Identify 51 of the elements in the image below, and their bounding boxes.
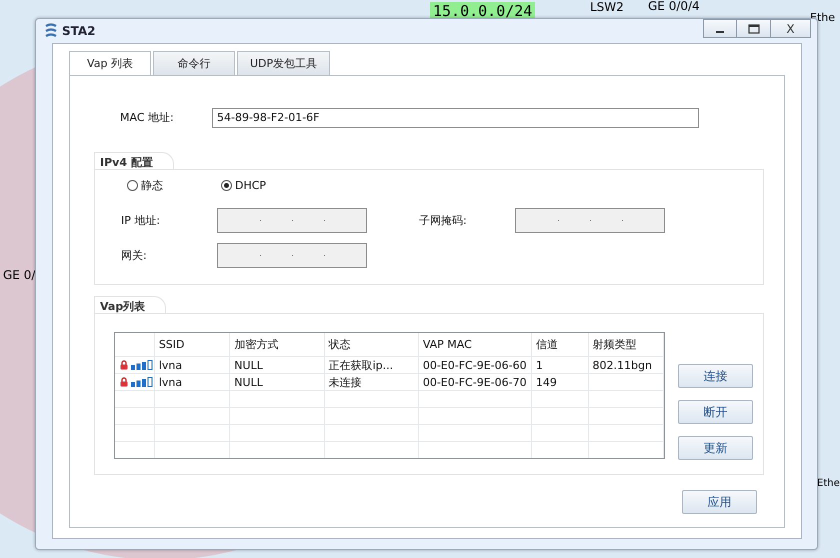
ip-address-field[interactable]	[217, 208, 367, 233]
device-label: GE 0/0/4	[648, 0, 700, 13]
table-cell: 00-E0-FC-9E-06-70	[422, 376, 527, 388]
column-header: 信道	[532, 333, 589, 356]
action-button[interactable]: 更新	[678, 436, 753, 460]
radio-button[interactable]: DHCP	[221, 178, 269, 193]
group-title: IPv4 配置	[94, 152, 174, 169]
column-header: 加密方式	[230, 333, 325, 356]
maximize-icon	[748, 24, 760, 34]
close-button[interactable]: X	[771, 19, 811, 38]
table-row[interactable]: lvna NULL 正在获取ip... 00-E0-FC-9E-06-60 1 802.11bgn	[115, 357, 664, 374]
gateway-field[interactable]	[217, 243, 367, 268]
minimize-button[interactable]	[703, 19, 737, 38]
action-button[interactable]: 断开	[678, 400, 753, 424]
table-cell: 未连接	[328, 374, 362, 390]
table-cell: NULL	[234, 358, 263, 372]
table-cell: lvna	[158, 376, 182, 388]
device-label: Ethe	[817, 478, 840, 489]
window-title: STA2	[62, 24, 96, 38]
mac-input-field[interactable]: 54-89-98-F2-01-6F	[212, 108, 699, 128]
device-label: GE 0/	[3, 268, 36, 282]
network-icon	[44, 23, 58, 39]
field-label: MAC 地址:	[120, 110, 175, 125]
table-cell: NULL	[234, 376, 263, 388]
radio-button[interactable]: 静态	[127, 178, 175, 193]
field-label: IP 地址:	[121, 213, 162, 228]
table-cell: 00-E0-FC-9E-06-60	[422, 358, 527, 372]
column-header: SSID	[154, 333, 230, 356]
column-header: 状态	[324, 333, 419, 356]
tab[interactable]: Vap 列表	[69, 51, 151, 75]
device-label: LSW2	[590, 0, 624, 14]
table-cell: 149	[536, 376, 557, 388]
subnet-mask-field[interactable]	[515, 208, 665, 233]
apply-button[interactable]: 应用	[682, 490, 757, 514]
signal-icon	[131, 377, 153, 387]
tab[interactable]: UDP发包工具	[237, 51, 330, 75]
column-header: 射频类型	[588, 333, 664, 356]
table-row[interactable]: lvna NULL 未连接 00-E0-FC-9E-06-70 149	[115, 374, 664, 391]
table-cell: 正在获取ip...	[328, 358, 394, 372]
tab[interactable]: 命令行	[153, 51, 235, 75]
field-label: 网关:	[121, 248, 148, 263]
table-cell: 802.11bgn	[592, 358, 652, 372]
minimize-icon	[716, 31, 724, 33]
column-header: VAP MAC	[418, 333, 532, 356]
maximize-button[interactable]	[737, 19, 771, 38]
field-label: 子网掩码:	[419, 213, 468, 228]
signal-icon	[131, 360, 153, 370]
action-button[interactable]: 连接	[678, 364, 753, 388]
table-cell: lvna	[158, 358, 182, 372]
group-title: Vap列表	[94, 296, 166, 313]
table-cell: 1	[536, 358, 543, 372]
